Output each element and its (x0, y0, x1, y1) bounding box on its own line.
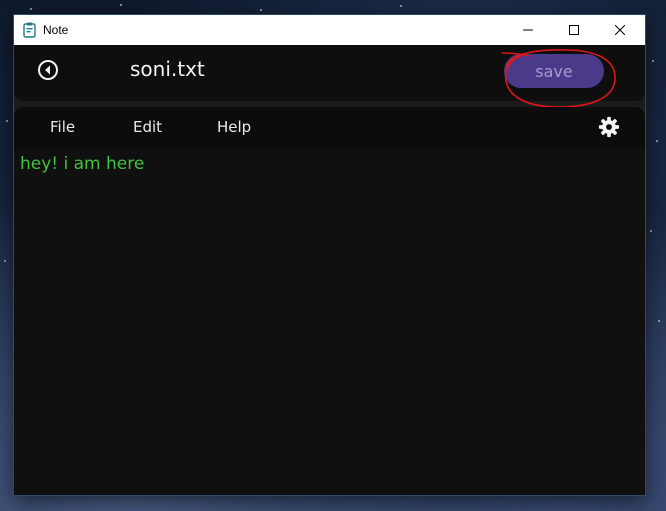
window-title: Note (43, 23, 69, 37)
back-icon[interactable] (36, 58, 60, 82)
save-button[interactable]: save (504, 54, 604, 88)
clipboard-icon (23, 22, 36, 38)
app-toolbar: soni.txt save (14, 45, 645, 101)
file-name: soni.txt (130, 57, 205, 81)
minimize-button[interactable] (505, 15, 551, 45)
maximize-icon (569, 25, 579, 35)
close-icon (615, 25, 625, 35)
menu-edit[interactable]: Edit (133, 118, 162, 136)
close-button[interactable] (597, 15, 643, 45)
minimize-icon (523, 29, 533, 31)
gear-icon[interactable] (598, 116, 620, 138)
menu-help[interactable]: Help (217, 118, 251, 136)
note-window: Note soni.txt save File Edit Help hey! i… (14, 15, 645, 495)
menu-file[interactable]: File (50, 118, 75, 136)
text-editor[interactable]: hey! i am here (14, 149, 645, 495)
title-bar[interactable]: Note (14, 15, 645, 45)
maximize-button[interactable] (551, 15, 597, 45)
menu-bar: File Edit Help (14, 107, 645, 149)
